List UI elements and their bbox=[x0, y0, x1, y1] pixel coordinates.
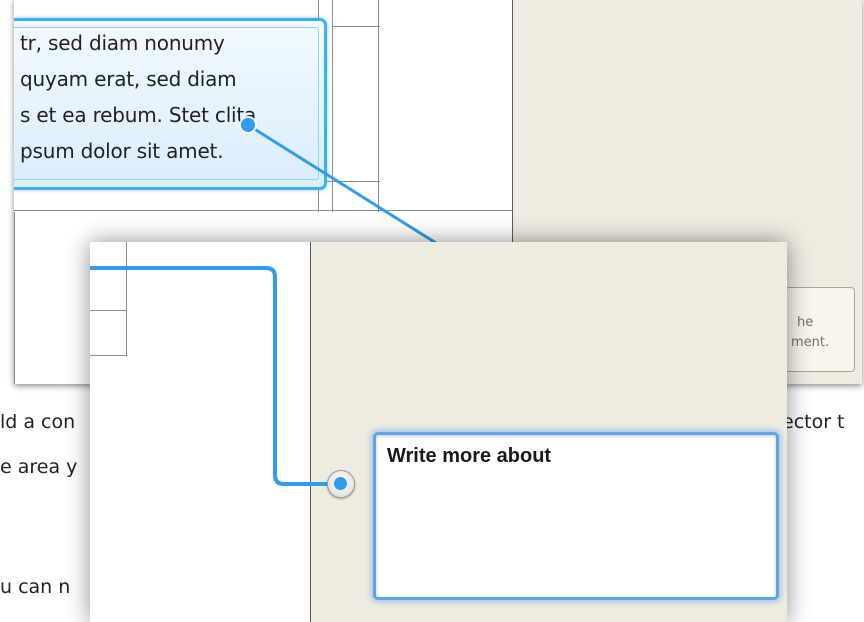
connector-path bbox=[90, 266, 338, 486]
comment-text: Write more about bbox=[387, 445, 552, 467]
connector-endpoint-icon bbox=[241, 118, 255, 132]
zoomed-comment-panel: Write more about bbox=[90, 242, 787, 622]
comment-text-field[interactable]: Write more about bbox=[373, 432, 779, 600]
connector-segment bbox=[246, 123, 446, 250]
connector-endpoint-icon bbox=[334, 477, 347, 490]
